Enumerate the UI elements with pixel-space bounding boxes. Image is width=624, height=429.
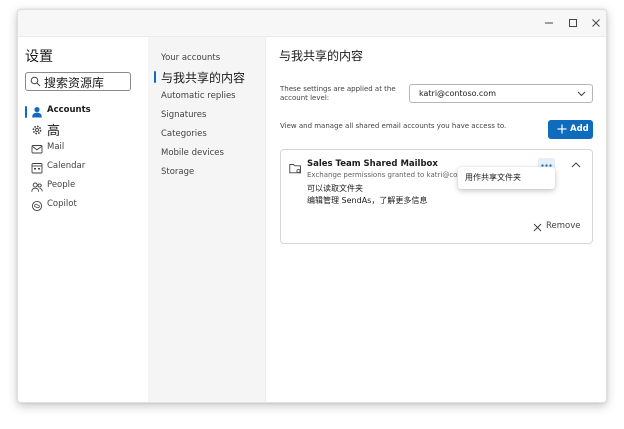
plus-icon [557, 124, 567, 134]
submenu-item-mobile-devices[interactable]: Mobile devices [161, 148, 224, 158]
manage-description: View and manage all shared email account… [280, 122, 507, 130]
account-dropdown[interactable]: katri@contoso.com [409, 84, 593, 103]
sidebar-item-mail[interactable]: Mail [18, 140, 148, 158]
close-button[interactable] [587, 15, 605, 31]
selection-indicator [25, 106, 27, 118]
settings-sidebar: 设置 搜索资源库 Accounts 高 Mail Calendar People… [18, 37, 148, 402]
submenu-item-your-accounts[interactable]: Your accounts [161, 53, 220, 63]
sidebar-item-label: Accounts [47, 105, 91, 115]
add-button-label: Add [570, 124, 589, 134]
submenu-item-signatures[interactable]: Signatures [161, 110, 206, 120]
sidebar-item-label: Mail [47, 142, 65, 152]
account-level-text: These settings are applied at the accoun… [280, 85, 396, 102]
maximize-icon [569, 19, 577, 27]
people-icon [31, 182, 43, 192]
remove-button-label: Remove [546, 221, 581, 231]
sidebar-item-people[interactable]: People [18, 178, 148, 196]
settings-title: 设置 [25, 49, 53, 65]
copilot-icon [31, 200, 43, 212]
close-icon [592, 19, 600, 27]
chevron-up-icon[interactable] [571, 162, 581, 168]
sidebar-item-label: Copilot [47, 199, 77, 209]
sidebar-item-general[interactable]: 高 [18, 121, 148, 139]
settings-window: 设置 搜索资源库 Accounts 高 Mail Calendar People… [17, 9, 607, 403]
main-panel: 与我共享的内容 These settings are applied at th… [266, 37, 606, 402]
search-value: 搜索资源库 [44, 76, 105, 90]
accounts-submenu: Your accounts 与我共享的内容 Automatic replies … [148, 37, 266, 402]
minimize-icon [545, 22, 553, 24]
sidebar-item-copilot[interactable]: Copilot [18, 197, 148, 215]
maximize-button[interactable] [564, 15, 582, 31]
account-dropdown-value: katri@contoso.com [419, 89, 496, 98]
chevron-down-icon [577, 91, 586, 97]
sidebar-item-label: Calendar [47, 161, 86, 171]
shared-mailbox-card: Sales Team Shared Mailbox Exchange permi… [280, 149, 593, 244]
person-icon [32, 107, 42, 118]
submenu-item-categories[interactable]: Categories [161, 129, 207, 139]
mailbox-name: Sales Team Shared Mailbox [307, 159, 438, 169]
title-bar [18, 10, 606, 37]
page-title: 与我共享的内容 [279, 49, 364, 63]
more-options-menu: 用作共享文件夹 [458, 167, 555, 189]
submenu-item-automatic-replies[interactable]: Automatic replies [161, 91, 236, 101]
sidebar-item-calendar[interactable]: Calendar [18, 159, 148, 177]
permission-read-folder: 可以读取文件夹 [307, 184, 363, 193]
add-button[interactable]: Add [548, 120, 593, 139]
shared-folder-icon [289, 164, 301, 174]
close-icon [533, 223, 542, 232]
gear-icon [32, 125, 42, 135]
sidebar-item-label: People [47, 180, 76, 190]
calendar-icon [31, 163, 43, 174]
search-input[interactable]: 搜索资源库 [25, 72, 131, 91]
sidebar-item-accounts[interactable]: Accounts [18, 103, 148, 121]
mail-icon [31, 145, 43, 154]
submenu-item-storage[interactable]: Storage [161, 167, 194, 177]
permission-send-as-link[interactable]: 编辑管理 SendAs，了解更多信息 [307, 195, 427, 206]
submenu-item-shared-with-me[interactable]: 与我共享的内容 [161, 69, 245, 86]
minimize-button[interactable] [540, 15, 558, 31]
submenu-selection-indicator [154, 71, 156, 83]
sidebar-item-label: 高 [47, 124, 61, 139]
search-icon [30, 76, 41, 87]
menu-item-use-as-shared-folder[interactable]: 用作共享文件夹 [465, 172, 521, 183]
